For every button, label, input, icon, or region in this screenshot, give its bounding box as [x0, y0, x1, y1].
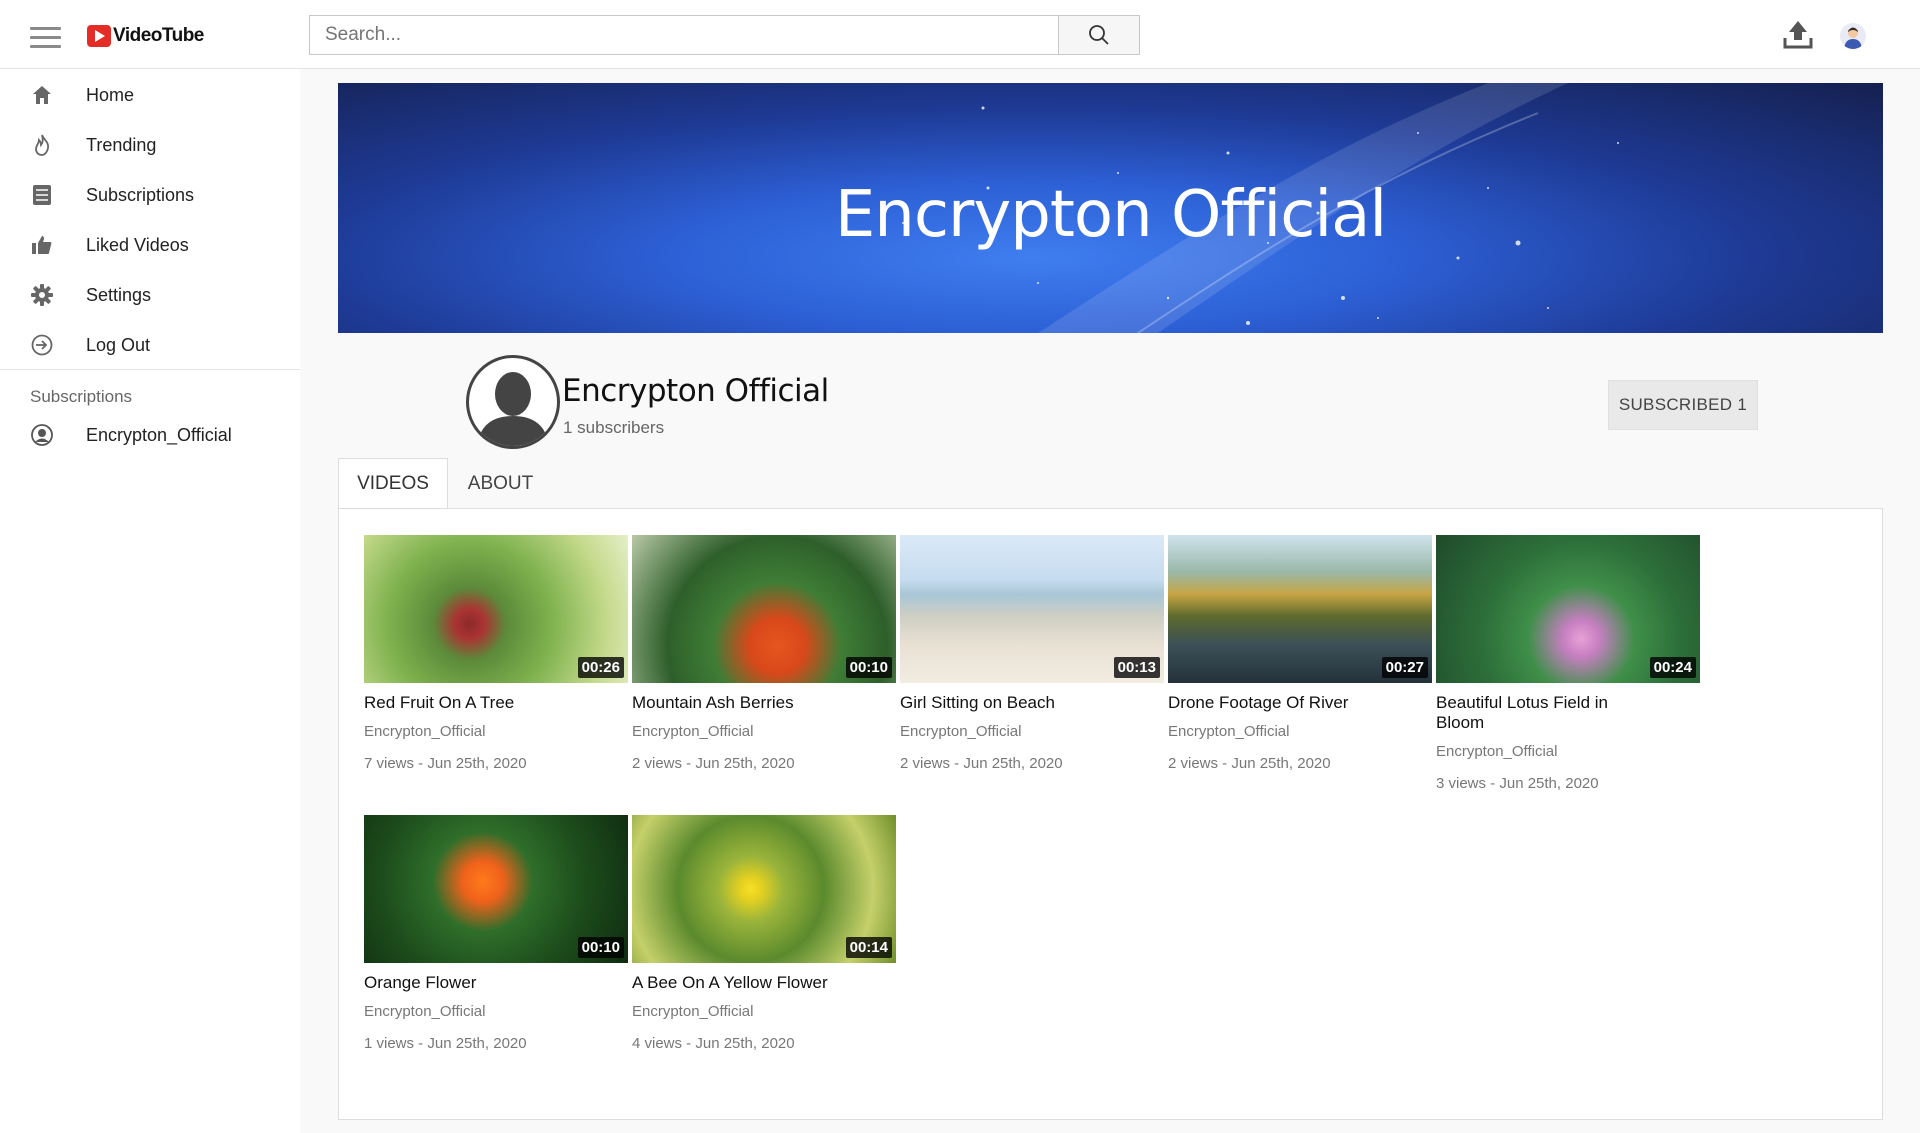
video-duration: 00:14	[845, 937, 892, 958]
video-duration: 00:24	[1649, 657, 1696, 678]
subscriptions-icon	[30, 183, 54, 207]
video-title[interactable]: Beautiful Lotus Field in Bloom	[1436, 693, 1636, 733]
video-duration: 00:26	[577, 657, 624, 678]
subscriber-count: 1 subscribers	[563, 418, 665, 437]
home-icon	[30, 83, 54, 107]
video-title[interactable]: Girl Sitting on Beach	[900, 693, 1100, 713]
logo[interactable]: VideoTube	[87, 25, 204, 47]
video-card[interactable]: 00:27 Drone Footage Of River Encrypton_O…	[1168, 535, 1432, 773]
video-thumbnail[interactable]: 00:24	[1436, 535, 1700, 683]
logout-icon	[30, 333, 54, 357]
subscribe-button[interactable]: SUBSCRIBED 1	[1608, 380, 1758, 430]
sidebar-item-label: Settings	[86, 284, 152, 305]
channel-banner: Encrypton Official	[338, 83, 1883, 333]
sidebar-subscription-label: Encrypton_Official	[86, 424, 232, 445]
video-channel[interactable]: Encrypton_Official	[1436, 743, 1700, 761]
sidebar: Home Trending Subscriptions Liked Videos…	[0, 69, 300, 1133]
sidebar-item-trending[interactable]: Trending	[0, 123, 300, 167]
user-circle-icon	[30, 423, 54, 447]
tab-about[interactable]: ABOUT	[448, 458, 553, 509]
video-thumbnail[interactable]: 00:26	[364, 535, 628, 683]
video-card[interactable]: 00:26 Red Fruit On A Tree Encrypton_Offi…	[364, 535, 628, 773]
videos-panel: 00:26 Red Fruit On A Tree Encrypton_Offi…	[338, 508, 1883, 1120]
video-channel[interactable]: Encrypton_Official	[1168, 723, 1432, 741]
sidebar-item-subscriptions[interactable]: Subscriptions	[0, 173, 300, 217]
thumbs-up-icon	[30, 233, 54, 257]
channel-tabs: VIDEOS ABOUT	[338, 458, 553, 509]
video-card[interactable]: 00:10 Mountain Ash Berries Encrypton_Off…	[632, 535, 896, 773]
video-channel[interactable]: Encrypton_Official	[632, 1003, 896, 1021]
menu-icon[interactable]	[30, 27, 61, 48]
sidebar-item-logout[interactable]: Log Out	[0, 323, 300, 367]
video-duration: 00:13	[1113, 657, 1160, 678]
video-title[interactable]: Drone Footage Of River	[1168, 693, 1368, 713]
video-thumbnail[interactable]: 00:10	[364, 815, 628, 963]
video-title[interactable]: Mountain Ash Berries	[632, 693, 832, 713]
video-thumbnail[interactable]: 00:27	[1168, 535, 1432, 683]
video-card[interactable]: 00:24 Beautiful Lotus Field in Bloom Enc…	[1436, 535, 1700, 793]
top-bar: VideoTube	[0, 0, 1920, 69]
sidebar-item-home[interactable]: Home	[0, 73, 300, 117]
video-channel[interactable]: Encrypton_Official	[364, 1003, 628, 1021]
search-icon	[1089, 25, 1109, 45]
video-meta: 1 views - Jun 25th, 2020	[364, 1035, 527, 1052]
video-card[interactable]: 00:10 Orange Flower Encrypton_Official 1…	[364, 815, 628, 1053]
video-meta: 2 views - Jun 25th, 2020	[1168, 755, 1331, 772]
tab-videos[interactable]: VIDEOS	[338, 458, 448, 509]
sidebar-subscription-encrypton-official[interactable]: Encrypton_Official	[0, 413, 300, 457]
sidebar-item-label: Subscriptions	[86, 184, 195, 205]
video-thumbnail[interactable]: 00:14	[632, 815, 896, 963]
video-meta: 2 views - Jun 25th, 2020	[632, 755, 795, 772]
logo-text: VideoTube	[113, 25, 204, 46]
upload-button[interactable]	[1781, 18, 1815, 52]
search-input[interactable]	[309, 15, 1059, 55]
video-thumbnail[interactable]: 00:13	[900, 535, 1164, 683]
channel-avatar[interactable]	[466, 355, 560, 449]
gear-icon	[30, 283, 54, 307]
sidebar-item-liked-videos[interactable]: Liked Videos	[0, 223, 300, 267]
video-duration: 00:27	[1381, 657, 1428, 678]
sidebar-subscriptions-heading: Subscriptions	[30, 387, 133, 406]
video-meta: 7 views - Jun 25th, 2020	[364, 755, 527, 772]
video-channel[interactable]: Encrypton_Official	[632, 723, 896, 741]
user-avatar[interactable]	[1840, 23, 1866, 49]
channel-name: Encrypton Official	[562, 373, 829, 409]
user-avatar-icon	[1844, 27, 1862, 49]
play-logo-icon	[87, 25, 111, 47]
search-button[interactable]	[1058, 15, 1140, 55]
sidebar-item-settings[interactable]: Settings	[0, 273, 300, 317]
video-title[interactable]: Orange Flower	[364, 973, 564, 993]
sidebar-item-label: Log Out	[86, 334, 151, 355]
video-duration: 00:10	[845, 657, 892, 678]
video-card[interactable]: 00:14 A Bee On A Yellow Flower Encrypton…	[632, 815, 896, 1053]
fire-icon	[30, 133, 54, 157]
video-thumbnail[interactable]: 00:10	[632, 535, 896, 683]
video-meta: 4 views - Jun 25th, 2020	[632, 1035, 795, 1052]
banner-title: Encrypton Official	[834, 178, 1387, 252]
sidebar-item-label: Liked Videos	[86, 234, 189, 255]
video-meta: 2 views - Jun 25th, 2020	[900, 755, 1063, 772]
sidebar-item-label: Home	[86, 84, 135, 105]
video-channel[interactable]: Encrypton_Official	[900, 723, 1164, 741]
user-silhouette-icon	[477, 372, 549, 446]
sidebar-divider	[0, 369, 300, 370]
video-title[interactable]: Red Fruit On A Tree	[364, 693, 564, 713]
upload-icon	[1783, 21, 1813, 49]
video-meta: 3 views - Jun 25th, 2020	[1436, 775, 1599, 792]
sidebar-item-label: Trending	[86, 134, 157, 155]
video-duration: 00:10	[577, 937, 624, 958]
video-card[interactable]: 00:13 Girl Sitting on Beach Encrypton_Of…	[900, 535, 1164, 773]
video-title[interactable]: A Bee On A Yellow Flower	[632, 973, 832, 993]
video-channel[interactable]: Encrypton_Official	[364, 723, 628, 741]
